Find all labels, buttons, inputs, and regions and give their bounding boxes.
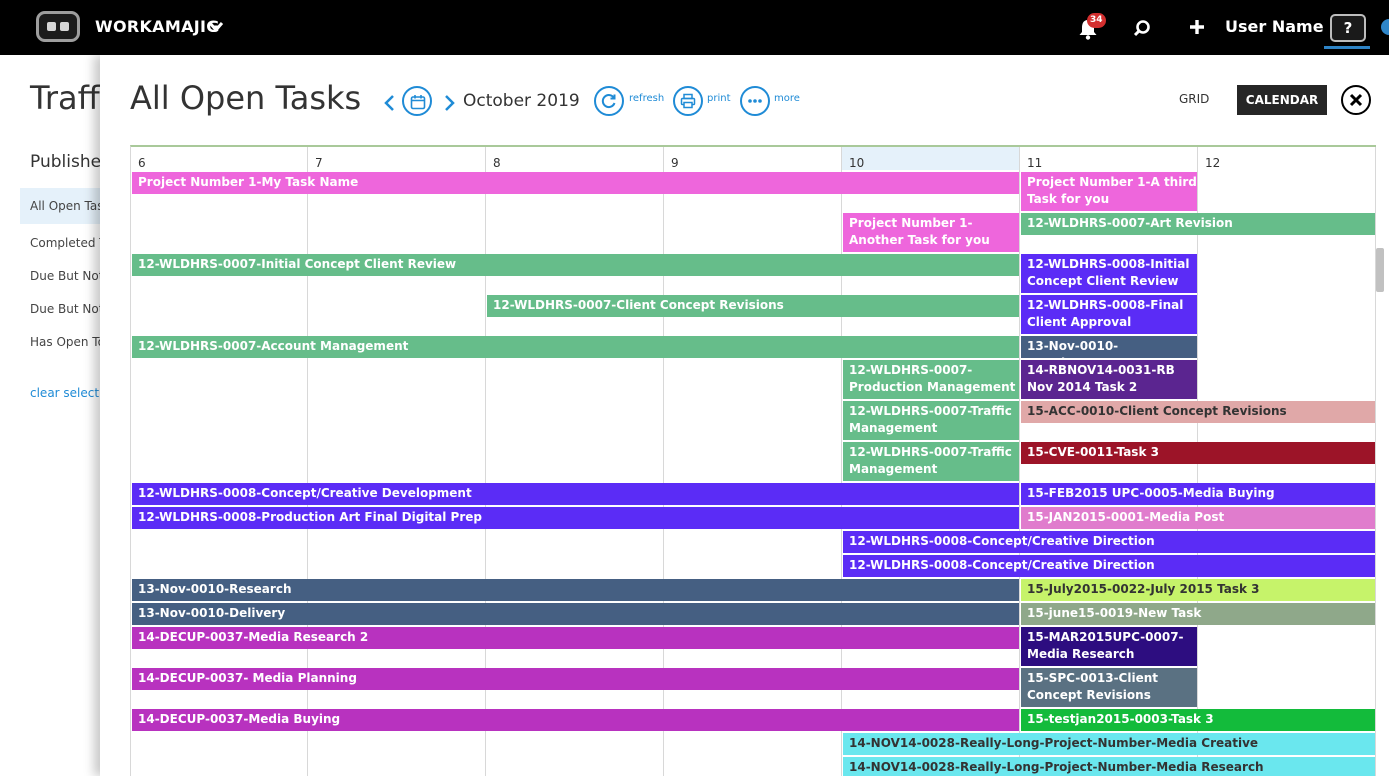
bg-list-item-all-open-tasks[interactable]: All Open Tas [20, 188, 110, 224]
task-bar[interactable]: 13-Nov-0010-Research [132, 579, 1019, 601]
task-bar[interactable]: Project Number 1-Another Task for you [843, 213, 1019, 252]
background-page: Traff Publishe All Open Tas Completed T … [0, 55, 110, 776]
refresh-label[interactable]: refresh [629, 93, 664, 104]
day-number[interactable]: 12 [1205, 156, 1220, 170]
bg-list-item-has-open[interactable]: Has Open To [20, 324, 110, 360]
task-bar[interactable]: 12-WLDHRS-0007-Traffic Management [843, 442, 1019, 481]
notification-badge[interactable]: 34 [1087, 13, 1106, 28]
task-bar[interactable]: 14-RBNOV14-0031-RB Nov 2014 Task 2 [1021, 360, 1197, 399]
print-button[interactable] [673, 86, 703, 116]
refresh-icon [601, 94, 616, 109]
all-open-tasks-panel: All Open Tasks October 2019 refresh prin… [100, 55, 1389, 776]
day-number[interactable]: 7 [315, 156, 323, 170]
background-section-title: Publishe [30, 152, 102, 172]
chevron-down-icon[interactable] [208, 20, 224, 34]
task-bar[interactable]: 15-ACC-0010-Client Concept Revisions [1021, 401, 1375, 423]
task-bar[interactable]: 12-WLDHRS-0008-Production Art Final Digi… [132, 507, 1019, 529]
help-underline [1324, 46, 1370, 49]
task-bar[interactable]: 12-WLDHRS-0008-Concept/Creative Developm… [132, 483, 1019, 505]
task-bar[interactable]: 14-DECUP-0037-Media Buying [132, 709, 1019, 731]
task-bar[interactable]: 12-WLDHRS-0007-Account Management [132, 336, 1019, 358]
task-bar[interactable]: 14-NOV14-0028-Really-Long-Project-Number… [843, 757, 1375, 776]
next-month-button[interactable] [443, 93, 457, 113]
app-name[interactable]: WORKAMAJIG [95, 17, 220, 36]
grid-view-button[interactable]: GRID [1179, 92, 1209, 106]
task-bar[interactable]: 12-WLDHRS-0007-Art Revision [1021, 213, 1375, 235]
more-button[interactable] [740, 86, 770, 116]
top-bar: WORKAMAJIG 34 User Name ? [0, 0, 1389, 55]
task-bar[interactable]: 14-NOV14-0028-Really-Long-Project-Number… [843, 733, 1375, 755]
help-button[interactable]: ? [1330, 14, 1366, 42]
task-bar[interactable]: 15-July2015-0022-July 2015 Task 3 [1021, 579, 1375, 601]
task-bar[interactable]: 15-testjan2015-0003-Task 3 [1021, 709, 1375, 731]
bg-list-item-due-but-not-1[interactable]: Due But Not [20, 258, 110, 294]
bg-list-item-due-but-not-2[interactable]: Due But Not [20, 291, 110, 327]
account-dot-icon[interactable] [1381, 19, 1389, 35]
logo-eye-right [60, 22, 69, 31]
calendar-week-view: 6 7 8 9 10 11 12 Project Number 1-My Task Name… [130, 145, 1376, 776]
today-header-highlight [842, 147, 1019, 170]
bg-list-item-completed[interactable]: Completed T [20, 225, 110, 261]
task-bar[interactable]: 12-WLDHRS-0007-Client Concept Revisions [487, 295, 1019, 317]
task-bar[interactable]: 12-WLDHRS-0008-Final Client Approval [1021, 295, 1197, 334]
task-bar[interactable]: 14-DECUP-0037- Media Planning [132, 668, 1019, 690]
task-bar[interactable]: 12-WLDHRS-0008-Initial Concept Client Re… [1021, 254, 1197, 293]
date-picker-button[interactable] [402, 86, 432, 116]
calendar-view-button[interactable]: CALENDAR [1237, 85, 1327, 115]
task-bar[interactable]: 12-WLDHRS-0007-Production Management [843, 360, 1019, 399]
day-number[interactable]: 10 [849, 156, 864, 170]
task-bar[interactable]: 12-WLDHRS-0007-Traffic Management [843, 401, 1019, 440]
task-bar[interactable]: 15-SPC-0013-Client Concept Revisions [1021, 668, 1197, 707]
vertical-scrollbar[interactable] [1376, 248, 1384, 292]
print-label[interactable]: print [707, 93, 731, 104]
search-icon[interactable] [1133, 19, 1151, 37]
close-button[interactable] [1341, 85, 1371, 115]
clear-selection-link[interactable]: clear selecti [30, 386, 102, 400]
task-bar[interactable]: 15-JAN2015-0001-Media Post [1021, 507, 1375, 529]
printer-icon [680, 93, 696, 109]
refresh-button[interactable] [594, 86, 624, 116]
task-bar[interactable]: 13-Nov-0010-Delivery [132, 603, 1019, 625]
task-bar[interactable]: 12-WLDHRS-0007-Initial Concept Client Re… [132, 254, 1019, 276]
task-bar[interactable]: Project Number 1-A third Task for you [1021, 172, 1197, 211]
task-bar[interactable]: 12-WLDHRS-0008-Concept/Creative Directio… [843, 555, 1375, 577]
day-number[interactable]: 8 [493, 156, 501, 170]
previous-month-button[interactable] [382, 93, 396, 113]
task-bar[interactable]: 12-WLDHRS-0008-Concept/Creative Directio… [843, 531, 1375, 553]
task-bar[interactable]: 13-Nov-0010-Development [1021, 336, 1197, 358]
more-label[interactable]: more [774, 93, 800, 104]
task-bar[interactable]: 15-MAR2015UPC-0007-Media Research [1021, 627, 1197, 666]
background-page-title: Traff [30, 79, 100, 117]
task-bar[interactable]: 14-DECUP-0037-Media Research 2 [132, 627, 1019, 649]
calendar-icon [410, 95, 426, 110]
day-number[interactable]: 11 [1027, 156, 1042, 170]
task-bar[interactable]: 15-FEB2015 UPC-0005-Media Buying [1021, 483, 1375, 505]
logo-eye-left [47, 22, 56, 31]
user-name[interactable]: User Name [1225, 17, 1324, 36]
day-number[interactable]: 6 [138, 156, 146, 170]
day-number[interactable]: 9 [671, 156, 679, 170]
current-month-label: October 2019 [463, 91, 580, 111]
panel-title: All Open Tasks [130, 79, 362, 117]
more-dots-icon [748, 99, 762, 103]
task-bar[interactable]: Project Number 1-My Task Name [132, 172, 1019, 194]
task-bar[interactable]: 15-CVE-0011-Task 3 [1021, 442, 1375, 464]
close-icon [1349, 93, 1363, 107]
plus-icon[interactable] [1188, 18, 1206, 36]
task-bar[interactable]: 15-june15-0019-New Task [1021, 603, 1375, 625]
workamajig-logo-icon[interactable] [36, 11, 80, 42]
